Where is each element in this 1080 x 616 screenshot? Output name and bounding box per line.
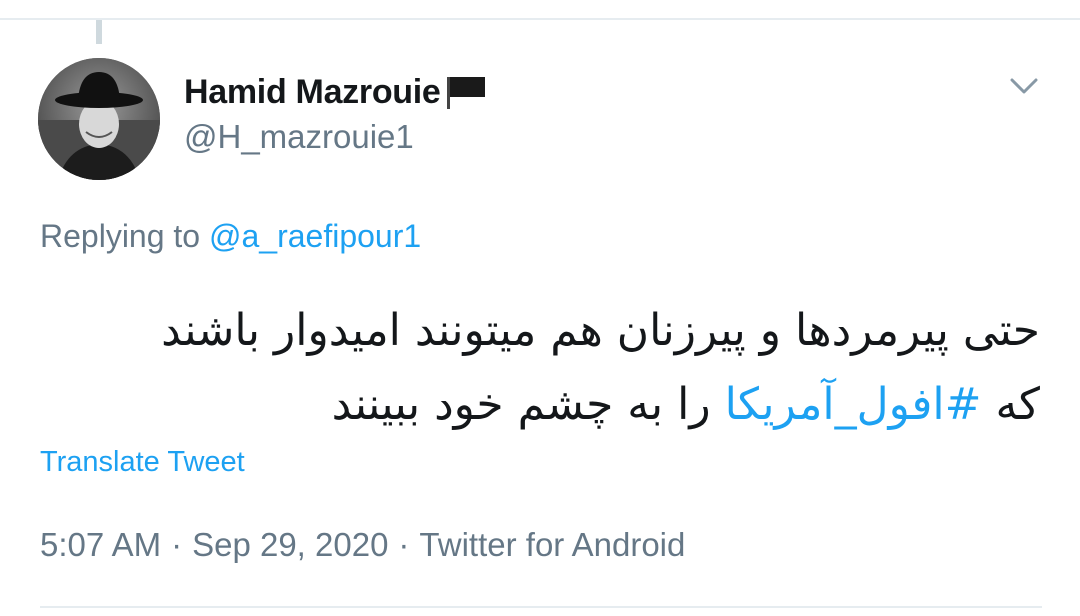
hashtag-link[interactable]: #افول_آمریکا [725, 379, 982, 430]
top-divider [0, 18, 1080, 20]
tweet-text-line-2-suffix: را به چشم خود ببینند [331, 379, 711, 430]
black-flag-icon [443, 73, 489, 111]
reply-mention-link[interactable]: @a_raefipour1 [209, 218, 421, 254]
tweet-text: حتی پیرمردها و پیرزنان هم میتونند امیدوا… [30, 294, 1040, 442]
replying-to-line: Replying to @a_raefipour1 [40, 218, 421, 255]
meta-separator: · [171, 526, 183, 563]
tweet-time[interactable]: 5:07 AM [40, 526, 161, 563]
user-handle[interactable]: @H_mazrouie1 [184, 118, 414, 156]
chevron-down-icon[interactable] [1004, 66, 1044, 106]
tweet-text-line-2: که #افول_آمریکا را به چشم خود ببینند [30, 368, 1040, 442]
meta-separator: · [398, 526, 410, 563]
avatar-photo [38, 58, 160, 180]
replying-prefix: Replying to [40, 218, 201, 254]
display-name-row: Hamid Mazrouie [184, 70, 489, 114]
thread-connector-line [96, 20, 102, 44]
tweet-text-line-1: حتی پیرمردها و پیرزنان هم میتونند امیدوا… [161, 305, 1040, 356]
avatar[interactable] [38, 58, 160, 180]
tweet-text-line-2-prefix: که [995, 379, 1040, 430]
bottom-divider [40, 606, 1042, 608]
translate-tweet-link[interactable]: Translate Tweet [40, 446, 245, 479]
tweet-source[interactable]: Twitter for Android [419, 526, 685, 563]
tweet-date[interactable]: Sep 29, 2020 [192, 526, 388, 563]
tweet-metadata: 5:07 AM · Sep 29, 2020 · Twitter for Android [40, 526, 685, 564]
display-name[interactable]: Hamid Mazrouie [184, 73, 441, 112]
